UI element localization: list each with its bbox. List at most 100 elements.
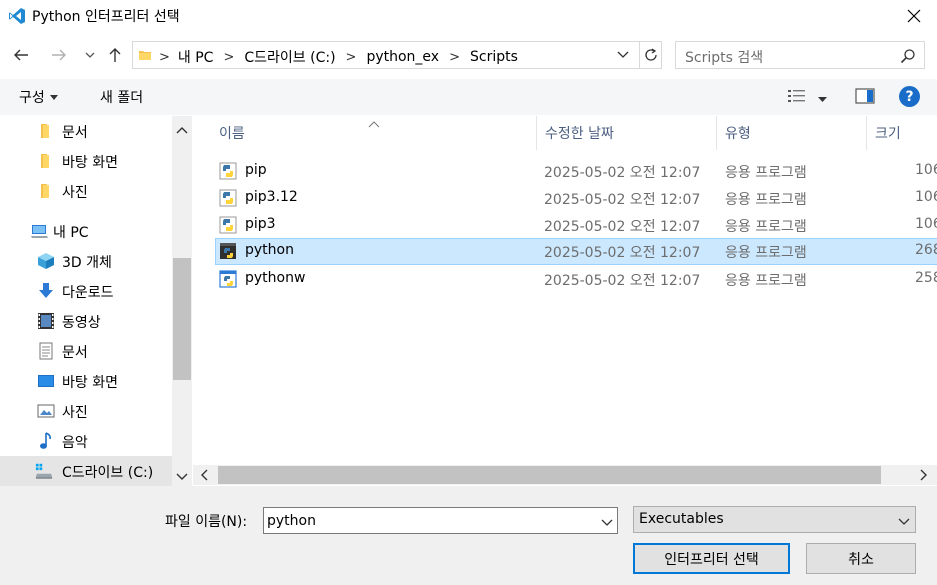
search-box[interactable]: Scripts 검색 [675, 41, 925, 69]
nav-item-c-drive[interactable]: C드라이브 (C:) [0, 456, 172, 486]
file-date: 2025-05-02 오전 12:07 [544, 273, 701, 289]
breadcrumb-python-ex[interactable]: python_ex [366, 49, 439, 65]
file-row-pythonw[interactable]: pythonw 2025-05-02 오전 12:07 응용 프로그램 258 [215, 266, 937, 293]
arrow-left-icon [14, 49, 28, 61]
nav-item-label: 음악 [62, 435, 88, 451]
file-type-filter-value: Executables [639, 511, 724, 527]
filename-dropdown-button[interactable] [601, 515, 613, 531]
column-header-date[interactable]: 수정한 날짜 [545, 116, 614, 150]
desktop-icon [37, 372, 55, 390]
folder-icon [37, 122, 55, 140]
select-interpreter-button[interactable]: 인터프리터 선택 [633, 543, 790, 574]
column-divider[interactable] [716, 116, 717, 150]
view-options-button[interactable] [818, 91, 827, 107]
filename-combobox[interactable] [263, 507, 618, 534]
cancel-button[interactable]: 취소 [806, 543, 916, 574]
file-type: 응용 프로그램 [725, 165, 807, 181]
computer-icon [31, 222, 49, 240]
nav-item-3d-objects[interactable]: 3D 개체 [0, 246, 172, 276]
film-icon [37, 312, 55, 330]
new-folder-button[interactable]: 새 폴더 [100, 87, 143, 107]
file-type: 응용 프로그램 [725, 273, 807, 289]
preview-pane-button[interactable] [855, 88, 875, 108]
nav-item-pictures-quick[interactable]: 사진 [0, 176, 172, 206]
recent-locations-button[interactable] [80, 45, 100, 65]
address-history-button[interactable] [617, 48, 629, 66]
file-name: pythonw [245, 270, 306, 286]
file-list: 이름 수정한 날짜 유형 크기 pip 2025-05-02 오전 12:07 … [193, 116, 937, 486]
chevron-down-icon [601, 519, 613, 526]
column-header-type[interactable]: 유형 [725, 116, 751, 150]
breadcrumb: > 내 PC > C드라이브 (C:) > python_ex > Script… [155, 47, 518, 67]
file-date: 2025-05-02 오전 12:07 [544, 165, 701, 181]
file-dialog-window: Python 인터프리터 선택 > 내 PC > C드라이브 (C:) > py… [0, 0, 937, 585]
breadcrumb-this-pc[interactable]: 내 PC [178, 47, 214, 67]
nav-item-videos[interactable]: 동영상 [0, 306, 172, 336]
hscrollbar-thumb[interactable] [218, 466, 881, 484]
nav-item-label: 사진 [62, 405, 88, 421]
cancel-label: 취소 [848, 551, 874, 568]
file-type: 응용 프로그램 [725, 245, 807, 261]
column-divider[interactable] [866, 116, 867, 150]
nav-scrollbar[interactable] [172, 116, 192, 486]
search-icon [900, 48, 916, 68]
up-button[interactable] [105, 45, 125, 65]
nav-item-music[interactable]: 음악 [0, 426, 172, 456]
organize-button[interactable]: 구성 [19, 87, 58, 107]
back-button[interactable] [11, 45, 31, 65]
file-row-pip3-12[interactable]: pip3.12 2025-05-02 오전 12:07 응용 프로그램 106 [215, 185, 937, 212]
nav-item-documents-quick[interactable]: 문서 [0, 116, 172, 146]
file-type: 응용 프로그램 [725, 219, 807, 235]
breadcrumb-scripts[interactable]: Scripts [470, 49, 518, 65]
nav-item-label: C드라이브 (C:) [62, 465, 154, 481]
command-bar: 구성 새 폴더 ? [0, 79, 937, 115]
view-details-icon[interactable] [787, 88, 807, 108]
folder-icon [37, 152, 55, 170]
refresh-button[interactable] [639, 42, 662, 68]
column-header-size[interactable]: 크기 [875, 116, 901, 150]
breadcrumb-c-drive[interactable]: C드라이브 (C:) [244, 47, 335, 67]
close-icon [907, 9, 921, 22]
scroll-up-icon[interactable] [176, 122, 188, 138]
python-app-icon [219, 189, 237, 207]
file-date: 2025-05-02 오전 12:07 [544, 245, 701, 261]
nav-item-desktop-quick[interactable]: 바탕 화면 [0, 146, 172, 176]
scroll-right-icon[interactable] [920, 469, 928, 485]
download-icon [37, 282, 55, 300]
close-button[interactable] [891, 0, 937, 31]
filename-input[interactable] [264, 508, 594, 533]
nav-item-this-pc[interactable]: 내 PC [0, 216, 172, 246]
nav-scrollbar-thumb[interactable] [173, 258, 191, 380]
nav-item-desktop[interactable]: 바탕 화면 [0, 366, 172, 396]
address-row: > 내 PC > C드라이브 (C:) > python_ex > Script… [0, 38, 937, 72]
column-header-name[interactable]: 이름 [219, 116, 245, 150]
file-row-pip[interactable]: pip 2025-05-02 오전 12:07 응용 프로그램 106 [215, 158, 937, 185]
file-row-pip3[interactable]: pip3 2025-05-02 오전 12:07 응용 프로그램 106 [215, 212, 937, 239]
scroll-left-icon[interactable] [200, 469, 208, 485]
window-title: Python 인터프리터 선택 [32, 9, 180, 25]
breadcrumb-separator: > [223, 49, 235, 65]
file-type-filter[interactable]: Executables [633, 506, 916, 533]
file-list-hscrollbar[interactable] [193, 465, 937, 485]
filename-label: 파일 이름(N): [165, 514, 248, 530]
nav-item-downloads[interactable]: 다운로드 [0, 276, 172, 306]
column-divider[interactable] [536, 116, 537, 150]
nav-item-documents[interactable]: 문서 [0, 336, 172, 366]
file-size: 106 [915, 162, 937, 178]
file-row-python[interactable]: python 2025-05-02 오전 12:07 응용 프로그램 268 [215, 238, 937, 265]
chevron-down-icon [898, 514, 910, 530]
file-name: python [245, 242, 294, 258]
dialog-footer: 파일 이름(N): Executables 인터프리터 선택 취소 [0, 486, 937, 585]
help-button[interactable]: ? [899, 86, 920, 107]
scroll-down-icon[interactable] [176, 469, 188, 485]
drive-icon [35, 462, 53, 480]
file-size: 106 [915, 216, 937, 232]
nav-item-pictures[interactable]: 사진 [0, 396, 172, 426]
cube-icon [37, 252, 55, 270]
python-app-icon [219, 162, 237, 180]
navigation-pane: 문서 바탕 화면 사진 내 PC 3D 개체 다운로드 동영상 문서 바탕 화면… [0, 116, 192, 486]
file-size: 268 [915, 242, 937, 258]
organize-label: 구성 [19, 90, 45, 106]
forward-button[interactable] [49, 45, 69, 65]
address-bar[interactable]: > 내 PC > C드라이브 (C:) > python_ex > Script… [132, 41, 662, 69]
